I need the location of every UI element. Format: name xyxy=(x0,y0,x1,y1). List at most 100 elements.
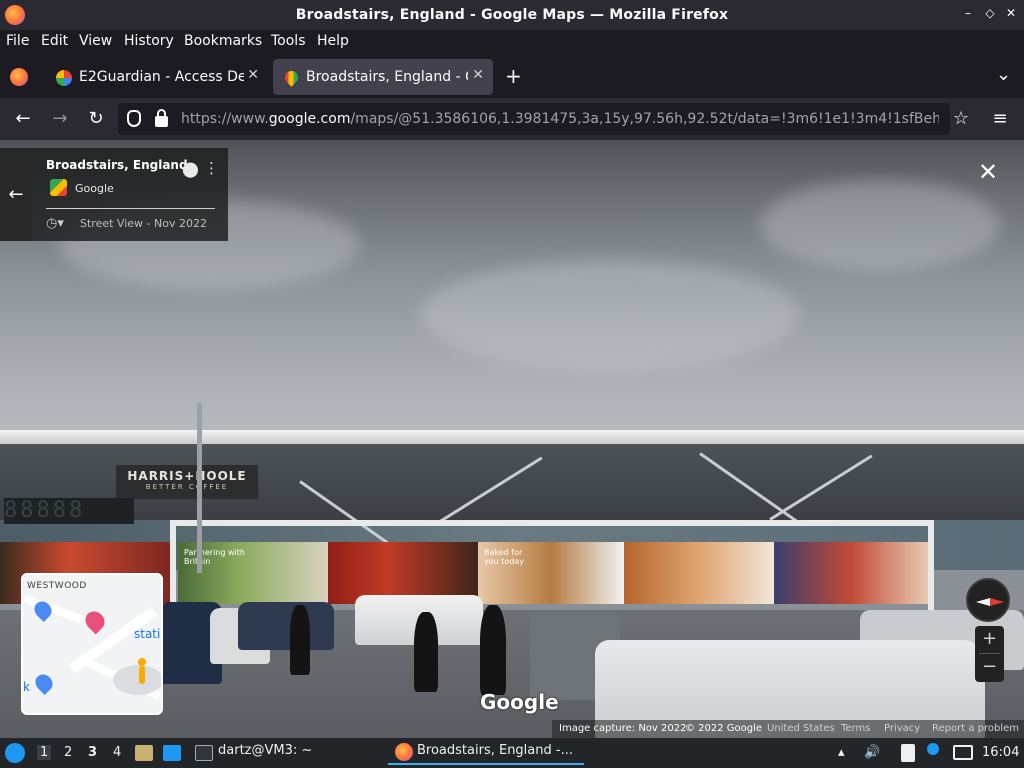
map-footer: Image capture: Nov 2022 © 2022 Google Un… xyxy=(552,720,1024,738)
forward-button[interactable]: → xyxy=(48,107,72,131)
menu-view[interactable]: View xyxy=(79,33,112,49)
firefox-task[interactable]: Broadstairs, England -... xyxy=(417,743,573,758)
menu-history[interactable]: History xyxy=(124,33,174,49)
new-tab-button[interactable]: + xyxy=(505,64,522,88)
google-g-icon xyxy=(56,70,72,86)
storefront-sub: BETTER COFFEE xyxy=(145,483,229,491)
canopy-roof xyxy=(0,430,1024,444)
google-maps-pin-icon xyxy=(282,68,301,87)
terminal-icon[interactable] xyxy=(195,745,213,761)
banner-text: Baked for you today xyxy=(484,548,524,566)
firefox-view-icon[interactable] xyxy=(10,68,28,86)
capture-date-label: Street View - Nov 2022 xyxy=(80,217,207,230)
time-travel-icon[interactable]: ◷▾ xyxy=(46,216,64,231)
url-host: google.com xyxy=(268,111,351,127)
divider xyxy=(46,208,215,209)
google-maps-icon xyxy=(50,179,67,196)
reload-button[interactable]: ↻ xyxy=(84,107,108,131)
pegman-icon[interactable] xyxy=(137,658,147,688)
map-road xyxy=(23,594,83,624)
network-icon[interactable] xyxy=(953,745,973,760)
zoom-out-button[interactable]: − xyxy=(975,656,1004,680)
menu-bookmarks[interactable]: Bookmarks xyxy=(184,33,262,49)
zoom-in-button[interactable]: + xyxy=(975,628,1004,652)
country-link[interactable]: United States xyxy=(767,723,835,734)
desktop-icon[interactable] xyxy=(163,745,181,761)
menu-edit[interactable]: Edit xyxy=(41,33,68,49)
close-street-view-button[interactable]: ✕ xyxy=(978,158,998,186)
cloud xyxy=(760,180,1000,270)
compass-needle xyxy=(976,598,1004,606)
clock[interactable]: 16:04 xyxy=(982,745,1019,760)
terminal-task[interactable]: dartz@VM3: ~ xyxy=(218,743,312,758)
tray-expand-icon[interactable]: ▴ xyxy=(838,745,845,760)
banner-text: Partnering with Britain xyxy=(184,548,245,566)
menu-file[interactable]: File xyxy=(6,33,29,49)
tab-google-maps[interactable]: Broadstairs, England - Google Maps ✕ xyxy=(273,59,493,95)
list-all-tabs-button[interactable]: ⌄ xyxy=(996,64,1011,85)
compass-icon[interactable] xyxy=(966,578,1010,622)
file-manager-icon[interactable] xyxy=(135,745,153,761)
pedestrian xyxy=(414,612,438,692)
image-capture-date: Image capture: Nov 2022 xyxy=(559,723,687,734)
window-titlebar: Broadstairs, England - Google Maps — Moz… xyxy=(0,0,1024,30)
minimize-button[interactable]: – xyxy=(959,6,977,20)
workspace-1[interactable]: 1 xyxy=(37,745,52,760)
workspace-4[interactable]: 4 xyxy=(113,745,121,760)
shield-icon[interactable] xyxy=(127,110,141,127)
mini-map[interactable]: WESTWOOD statio k xyxy=(21,573,163,715)
tab-e2guardian[interactable]: E2Guardian - Access Denied ✕ xyxy=(46,59,268,95)
url-bar[interactable]: https://www.google.com/maps/@51.3586106,… xyxy=(118,103,950,135)
close-window-button[interactable]: ✕ xyxy=(1002,6,1020,20)
workspace-3[interactable]: 3 xyxy=(88,745,97,760)
lock-shackle-icon xyxy=(157,109,166,118)
partial-map-label: k xyxy=(23,680,30,694)
back-to-map-button[interactable]: ← xyxy=(0,148,32,241)
shopping-bag-icon[interactable] xyxy=(31,670,57,696)
firefox-task-icon xyxy=(395,743,413,761)
cloud xyxy=(420,260,800,370)
car xyxy=(238,602,334,650)
start-menu-icon[interactable] xyxy=(5,743,25,763)
zoom-control: + − xyxy=(975,626,1004,682)
maximize-button[interactable]: ◇ xyxy=(981,6,999,20)
lamp-post xyxy=(197,403,202,573)
tab-strip: E2Guardian - Access Denied ✕ Broadstairs… xyxy=(0,56,1024,98)
notification-icon[interactable] xyxy=(927,743,939,755)
report-problem-link[interactable]: Report a problem xyxy=(932,723,1019,734)
workspace-2[interactable]: 2 xyxy=(64,745,72,760)
imagery-source: Google xyxy=(75,182,114,195)
terms-link[interactable]: Terms xyxy=(841,723,870,734)
volume-icon[interactable]: 🔊 xyxy=(864,745,880,760)
store-banner: Baked for you today xyxy=(478,542,624,604)
menubar: File Edit View History Bookmarks Tools H… xyxy=(0,30,1024,54)
url-text[interactable]: https://www.google.com/maps/@51.3586106,… xyxy=(181,111,939,127)
back-button[interactable]: ← xyxy=(11,107,35,131)
location-pin-icon[interactable]: ⬤ xyxy=(182,160,199,178)
google-watermark: Google xyxy=(480,690,559,714)
url-prefix: https://www. xyxy=(181,111,269,127)
pedestrian xyxy=(480,605,506,695)
tab-label: E2Guardian - Access Denied xyxy=(79,69,244,85)
area-label: WESTWOOD xyxy=(27,581,87,591)
menu-tools[interactable]: Tools xyxy=(271,33,306,49)
bookmark-star-icon[interactable]: ☆ xyxy=(949,107,973,131)
close-tab-icon[interactable]: ✕ xyxy=(247,67,259,83)
copyright: © 2022 Google xyxy=(685,723,763,734)
place-name[interactable]: Broadstairs, England xyxy=(46,158,188,172)
app-menu-button[interactable]: ≡ xyxy=(988,107,1012,131)
tab-label: Broadstairs, England - Google Maps xyxy=(306,69,468,85)
menu-help[interactable]: Help xyxy=(317,33,349,49)
taskbar: 1 2 3 4 dartz@VM3: ~ Broadstairs, Englan… xyxy=(0,738,1024,768)
clipboard-icon[interactable] xyxy=(901,744,915,762)
hotel-icon[interactable] xyxy=(81,607,109,635)
url-path: /maps/@51.3586106,1.3981475,3a,15y,97.56… xyxy=(350,111,939,127)
close-tab-icon[interactable]: ✕ xyxy=(472,67,484,83)
station-label: statio xyxy=(134,627,161,641)
harris-hoole-sign: HARRIS+HOOLE BETTER COFFEE xyxy=(116,465,258,499)
more-options-icon[interactable]: ⋮ xyxy=(204,159,219,177)
zoom-divider xyxy=(979,653,1000,654)
led-display: 88888 xyxy=(4,498,134,524)
store-banner xyxy=(624,542,774,604)
privacy-link[interactable]: Privacy xyxy=(884,723,920,734)
